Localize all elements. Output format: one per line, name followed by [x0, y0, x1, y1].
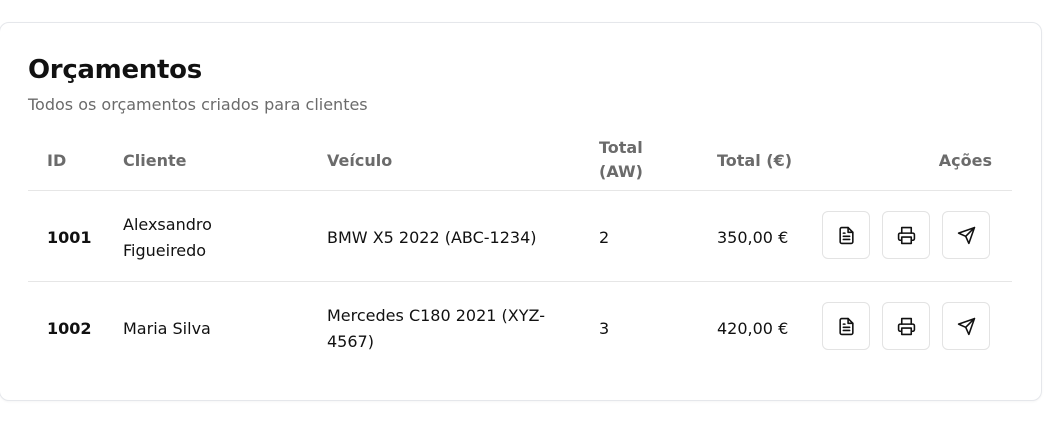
- column-header-vehicle: Veículo: [327, 151, 393, 170]
- view-document-button[interactable]: [822, 302, 870, 350]
- row-client: Maria Silva: [123, 319, 211, 338]
- column-header-id: ID: [47, 151, 67, 170]
- column-header-total-aw-line2: (AW): [599, 162, 643, 181]
- row-vehicle-line2: 4567): [327, 332, 374, 351]
- document-icon: [838, 226, 854, 244]
- row-total-eur: 420,00 €: [717, 319, 789, 338]
- row-client-line1: Alexsandro: [123, 215, 212, 234]
- column-header-actions: Ações: [938, 151, 992, 170]
- row-divider: [28, 281, 1012, 282]
- row-id: 1001: [47, 228, 92, 247]
- document-icon: [838, 317, 854, 335]
- page-title: Orçamentos: [28, 55, 202, 85]
- row-client: Alexsandro Figueiredo: [123, 212, 212, 264]
- column-header-total-aw-line1: Total: [599, 138, 643, 157]
- send-icon: [957, 226, 975, 244]
- column-header-total-eur: Total (€): [717, 151, 793, 170]
- row-vehicle: BMW X5 2022 (ABC-1234): [327, 228, 537, 247]
- row-total-aw: 2: [599, 228, 610, 247]
- row-vehicle: Mercedes C180 2021 (XYZ- 4567): [327, 303, 545, 355]
- print-button[interactable]: [882, 302, 930, 350]
- send-button[interactable]: [942, 302, 990, 350]
- row-total-eur: 350,00 €: [717, 228, 789, 247]
- row-total-aw: 3: [599, 319, 610, 338]
- page-subtitle: Todos os orçamentos criados para cliente…: [28, 95, 368, 114]
- printer-icon: [897, 317, 915, 335]
- send-button[interactable]: [942, 211, 990, 259]
- printer-icon: [897, 226, 915, 244]
- row-id: 1002: [47, 319, 92, 338]
- send-icon: [957, 317, 975, 335]
- column-header-client: Cliente: [123, 151, 187, 170]
- view-document-button[interactable]: [822, 211, 870, 259]
- print-button[interactable]: [882, 211, 930, 259]
- row-vehicle-line1: Mercedes C180 2021 (XYZ-: [327, 306, 545, 325]
- row-client-line2: Figueiredo: [123, 241, 207, 260]
- column-header-total-aw: Total (AW): [599, 136, 643, 184]
- header-divider: [28, 190, 1012, 191]
